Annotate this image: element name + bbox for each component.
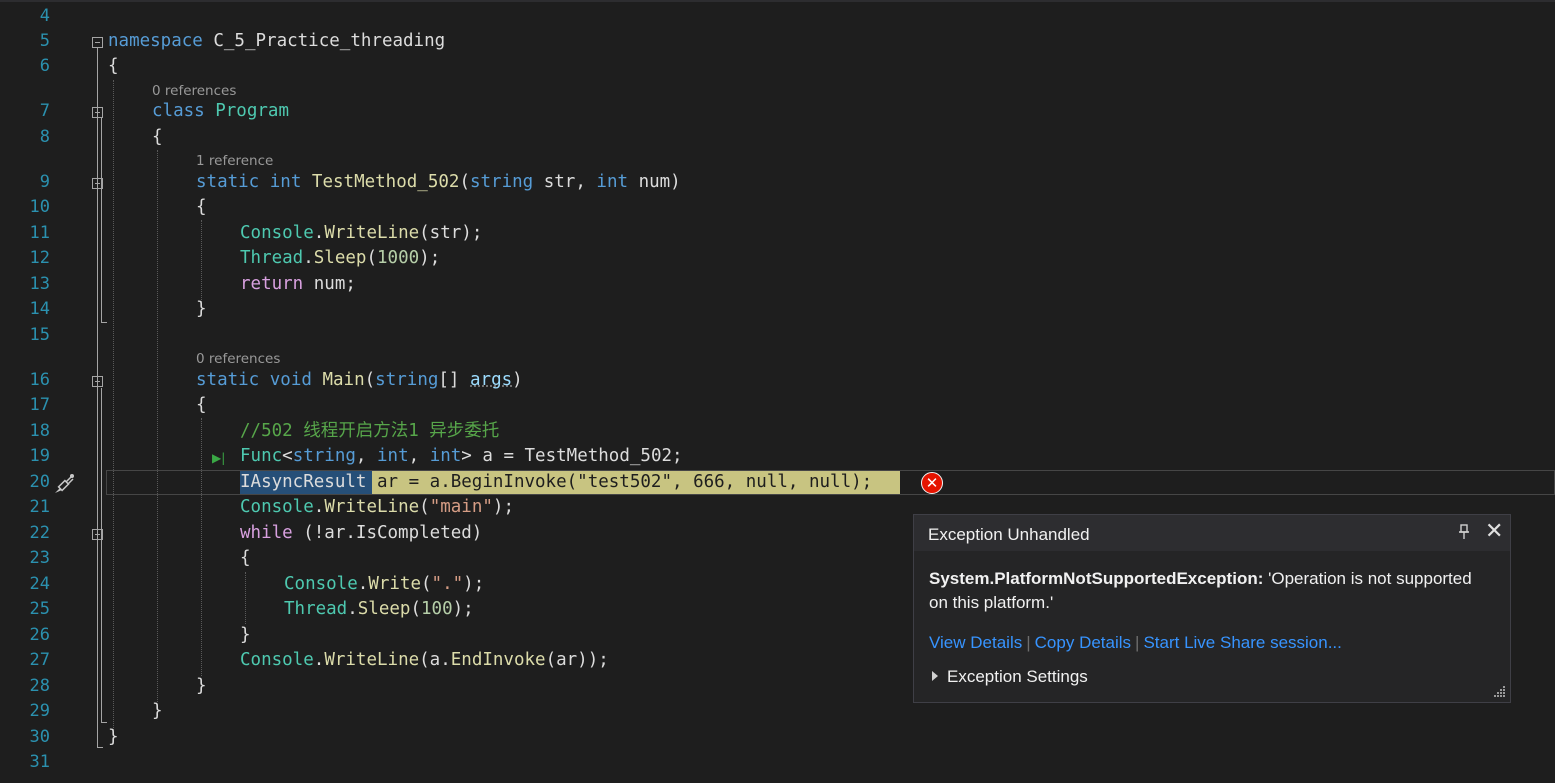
expand-triangle-icon (932, 671, 938, 681)
code-line[interactable]: namespace C_5_Practice_threading (108, 29, 445, 54)
code-line[interactable]: while (!ar.IsCompleted) (240, 521, 482, 546)
line-number: 21 (29, 497, 50, 517)
exception-settings-expander[interactable]: Exception Settings (932, 667, 1088, 687)
copy-details-link[interactable]: Copy Details (1035, 633, 1131, 652)
exception-title: Exception Unhandled (928, 525, 1090, 544)
line-number: 20 (29, 472, 50, 492)
line-number: 7 (39, 101, 50, 121)
line-number: 19 (29, 446, 50, 466)
close-icon[interactable]: ✕ (1485, 520, 1503, 544)
code-line[interactable]: Console.WriteLine("main"); (240, 495, 514, 520)
code-line-current-statement[interactable]: IAsyncResult ar = a.BeginInvoke("test502… (240, 470, 872, 495)
line-number: 23 (29, 548, 50, 568)
collapse-box-icon[interactable] (92, 37, 103, 48)
view-details-link[interactable]: View Details (929, 633, 1022, 652)
code-line[interactable]: } (108, 725, 119, 750)
code-line[interactable]: } (152, 699, 163, 724)
line-number: 8 (39, 127, 50, 147)
line-number: 11 (29, 223, 50, 243)
code-line[interactable]: { (196, 393, 207, 418)
line-number: 26 (29, 625, 50, 645)
code-line[interactable]: static void Main(string[] args) (196, 368, 523, 393)
line-number: 14 (29, 299, 50, 319)
outline-line (101, 388, 102, 722)
line-number: 30 (29, 727, 50, 747)
line-number: 31 (29, 752, 50, 772)
code-line[interactable]: } (196, 297, 207, 322)
codelens-references[interactable]: 0 references (152, 83, 236, 99)
line-number: 28 (29, 676, 50, 696)
line-number: 12 (29, 248, 50, 268)
outline-line (101, 722, 107, 723)
resize-grip-icon[interactable] (1492, 684, 1506, 698)
paintbrush-icon[interactable] (52, 472, 76, 496)
line-number: 16 (29, 370, 50, 390)
line-number: 5 (39, 31, 50, 51)
code-line[interactable]: { (108, 54, 119, 79)
exception-message: System.PlatformNotSupportedException: 'O… (929, 567, 1489, 615)
link-separator: | (1135, 633, 1140, 652)
code-line[interactable]: { (240, 546, 251, 571)
top-border (0, 0, 1555, 2)
indent-guide (201, 418, 202, 676)
line-number: 22 (29, 523, 50, 543)
code-line[interactable]: Thread.Sleep(1000); (240, 246, 440, 271)
line-number: 29 (29, 701, 50, 721)
line-number: 27 (29, 650, 50, 670)
exception-settings-label: Exception Settings (947, 667, 1088, 686)
exception-type: System.PlatformNotSupportedException: (929, 569, 1264, 588)
code-line[interactable]: } (240, 623, 251, 648)
line-number: 4 (39, 6, 50, 26)
code-line[interactable]: Thread.Sleep(100); (284, 597, 474, 622)
code-line[interactable]: return num; (240, 272, 356, 297)
code-line[interactable]: //502 线程开启方法1 异步委托 (240, 419, 499, 444)
line-number: 9 (39, 172, 50, 192)
indent-guide (113, 80, 114, 730)
live-share-link[interactable]: Start Live Share session... (1143, 633, 1341, 652)
outline-line (97, 747, 103, 748)
outline-line (97, 48, 98, 748)
codelens-references[interactable]: 1 reference (196, 153, 273, 169)
code-line[interactable]: Console.Write("."); (284, 572, 484, 597)
code-line[interactable]: Console.WriteLine(a.EndInvoke(ar)); (240, 648, 609, 673)
line-number: 25 (29, 599, 50, 619)
code-line[interactable]: Console.WriteLine(str); (240, 221, 482, 246)
pin-icon[interactable] (1457, 524, 1471, 540)
pin-icon[interactable] (1457, 524, 1471, 544)
exception-links: View Details | Copy Details | Start Live Sha… (929, 633, 1342, 653)
link-separator: | (1026, 633, 1031, 652)
code-line[interactable]: { (196, 195, 207, 220)
indent-guide (157, 150, 158, 702)
error-circle-icon[interactable]: ✕ (921, 472, 943, 494)
exception-popup: Exception Unhandled ✕ System.PlatformNot… (913, 514, 1511, 703)
exception-popup-header: Exception Unhandled ✕ (914, 515, 1510, 551)
indent-guide (245, 572, 246, 624)
outline-line (101, 322, 107, 323)
line-number: 10 (29, 197, 50, 217)
code-line[interactable]: static int TestMethod_502(string str, in… (196, 170, 681, 195)
execution-arrow-icon[interactable]: ▶| (212, 451, 225, 465)
line-number: 6 (39, 56, 50, 76)
line-number: 13 (29, 274, 50, 294)
code-line[interactable]: } (196, 674, 207, 699)
line-number: 24 (29, 574, 50, 594)
codelens-references[interactable]: 0 references (196, 351, 280, 367)
code-line[interactable]: Func<string, int, int> a = TestMethod_50… (240, 444, 683, 469)
line-number: 15 (29, 325, 50, 345)
outline-line (101, 118, 102, 322)
line-number: 18 (29, 421, 50, 441)
line-number: 17 (29, 395, 50, 415)
code-line[interactable]: { (152, 125, 163, 150)
code-line[interactable]: class Program (152, 99, 289, 124)
